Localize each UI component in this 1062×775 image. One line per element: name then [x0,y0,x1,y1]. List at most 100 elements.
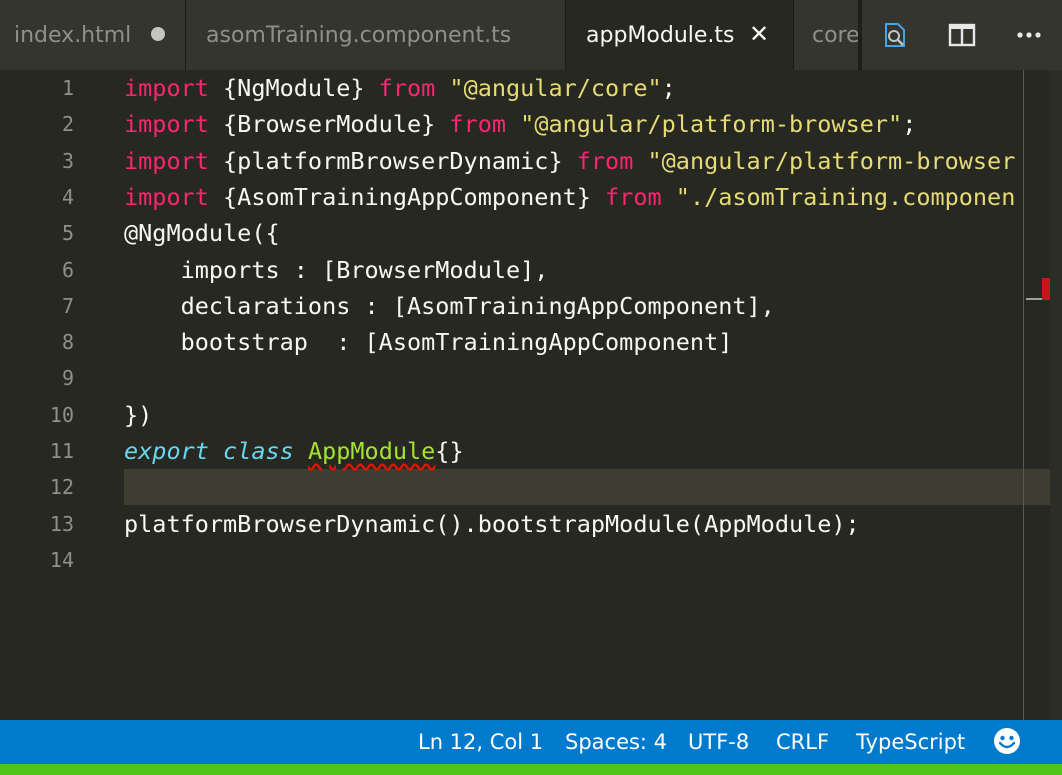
cursor-position[interactable]: Ln 12, Col 1 [418,720,543,764]
code-editor[interactable]: 1 import {NgModule} from "@angular/core";… [0,70,1062,720]
tab-appmodule[interactable]: appModule.ts ✕ [566,0,794,70]
code-token: {AsomTrainingAppComponent} [208,182,606,211]
line-content: }) [124,397,152,433]
vertical-ruler [1023,70,1024,720]
code-line[interactable]: 8 bootstrap : [AsomTrainingAppComponent] [0,324,1050,360]
line-ending[interactable]: CRLF [776,720,829,764]
code-token: ; [902,110,917,139]
code-token: platformBrowserDynamic().bootstrapModule… [124,509,860,538]
tab-label: appModule.ts [586,22,735,48]
code-line[interactable]: 12 [0,469,1050,505]
line-content: import {NgModule} from "@angular/core"; [124,70,676,106]
code-line[interactable]: 3 import {platformBrowserDynamic} from "@… [0,143,1050,179]
line-number: 2 [61,112,74,137]
line-number: 14 [49,547,74,572]
status-bar: Ln 12, Col 1 Spaces: 4 UTF-8 CRLF TypeSc… [0,720,1062,764]
code-line[interactable]: 4 import {AsomTrainingAppComponent} from … [0,179,1050,215]
line-number: 13 [49,511,74,536]
code-token: {NgModule} [208,74,379,102]
indentation-setting[interactable]: Spaces: 4 [565,720,667,764]
keyword-token: import [124,182,209,211]
string-token: "@angular/platform-browser" [520,110,903,139]
code-line[interactable]: 11 export class AppModule{} [0,433,1050,469]
unsaved-dot-icon[interactable] [151,27,165,41]
line-number: 12 [49,475,74,500]
more-actions-icon[interactable] [1012,18,1046,52]
line-number: 10 [49,402,74,427]
code-token: ; [661,74,676,102]
tab-label: core [812,22,858,48]
line-content: platformBrowserDynamic().bootstrapModule… [124,506,860,542]
tab-label: asomTraining.component.ts [206,22,512,48]
line-number: 7 [61,293,74,318]
keyword-token: from [449,110,507,139]
string-token: "@angular/core" [449,74,662,102]
line-content: export class AppModule{} [124,433,464,469]
code-token: @NgModule({ [124,219,280,248]
code-line[interactable]: 14 [0,542,1050,578]
tab-index-html[interactable]: index.html [0,0,186,70]
line-number: 6 [61,257,74,282]
code-token: {platformBrowserDynamic} [208,146,577,175]
code-token: imports : [BrowserModule], [124,255,549,284]
code-line[interactable]: 9 [0,360,1050,396]
code-line[interactable]: 13 platformBrowserDynamic().bootstrapModu… [0,506,1050,542]
editor-actions [862,0,1062,70]
code-token: bootstrap : [AsomTrainingAppComponent] [124,328,733,357]
storage-token: export [124,437,209,465]
vertical-scrollbar[interactable] [1050,70,1062,720]
tab-bar: index.html asomTraining.component.ts app… [0,0,1062,70]
line-number: 3 [61,148,74,173]
code-line[interactable]: 10}) [0,397,1050,433]
line-content: declarations : [AsomTrainingAppComponent… [124,288,775,324]
code-line[interactable]: 6 imports : [BrowserModule], [0,252,1050,288]
tab-core[interactable]: core [794,0,858,70]
line-number: 8 [61,330,74,355]
keyword-token: import [124,110,209,139]
keyword-token: from [576,146,634,175]
code-token: }) [124,400,153,429]
line-content: bootstrap : [AsomTrainingAppComponent] [124,324,733,360]
line-number: 4 [61,184,74,209]
code-line[interactable]: 5 @NgModule({ [0,215,1050,251]
bottom-accent-bar [0,764,1062,775]
class-name-token: AppModule [307,437,436,465]
code-token: {BrowserModule} [208,110,450,139]
string-token: "@angular/platform-browser [647,146,1016,175]
error-overview-marker [1042,278,1050,300]
line-number: 11 [49,439,74,463]
code-line[interactable]: 1 import {NgModule} from "@angular/core"; [0,70,1050,106]
line-content: import {platformBrowserDynamic} from "@a… [124,143,1015,179]
split-editor-icon[interactable] [945,18,979,52]
language-mode[interactable]: TypeScript [856,720,965,764]
line-content: @NgModule({ [124,215,280,251]
line-number: 9 [61,366,74,391]
tab-asomtraining-component[interactable]: asomTraining.component.ts [186,0,566,70]
line-content: imports : [BrowserModule], [124,252,549,288]
tab-label: index.html [14,22,132,48]
code-line[interactable]: 2 import {BrowserModule} from "@angular/p… [0,106,1050,142]
code-line[interactable]: 7 declarations : [AsomTrainingAppCompone… [0,288,1050,324]
open-changes-icon[interactable] [878,18,912,52]
keyword-token: from [378,74,436,102]
keyword-token: from [605,182,662,211]
file-encoding[interactable]: UTF-8 [688,720,749,764]
code-token: {} [435,437,464,465]
storage-token: class [223,437,294,465]
line-content: import {AsomTrainingAppComponent} from "… [124,179,1015,215]
string-token: "./asomTraining.componen [675,182,1016,211]
code-token: declarations : [AsomTrainingAppComponent… [124,291,775,320]
close-icon[interactable]: ✕ [745,20,773,48]
line-number: 1 [61,76,74,100]
line-content: import {BrowserModule} from "@angular/pl… [124,106,916,142]
line-number: 5 [61,221,74,246]
keyword-token: import [124,74,209,102]
editor-window: index.html asomTraining.component.ts app… [0,0,1062,775]
keyword-token: import [124,146,209,175]
